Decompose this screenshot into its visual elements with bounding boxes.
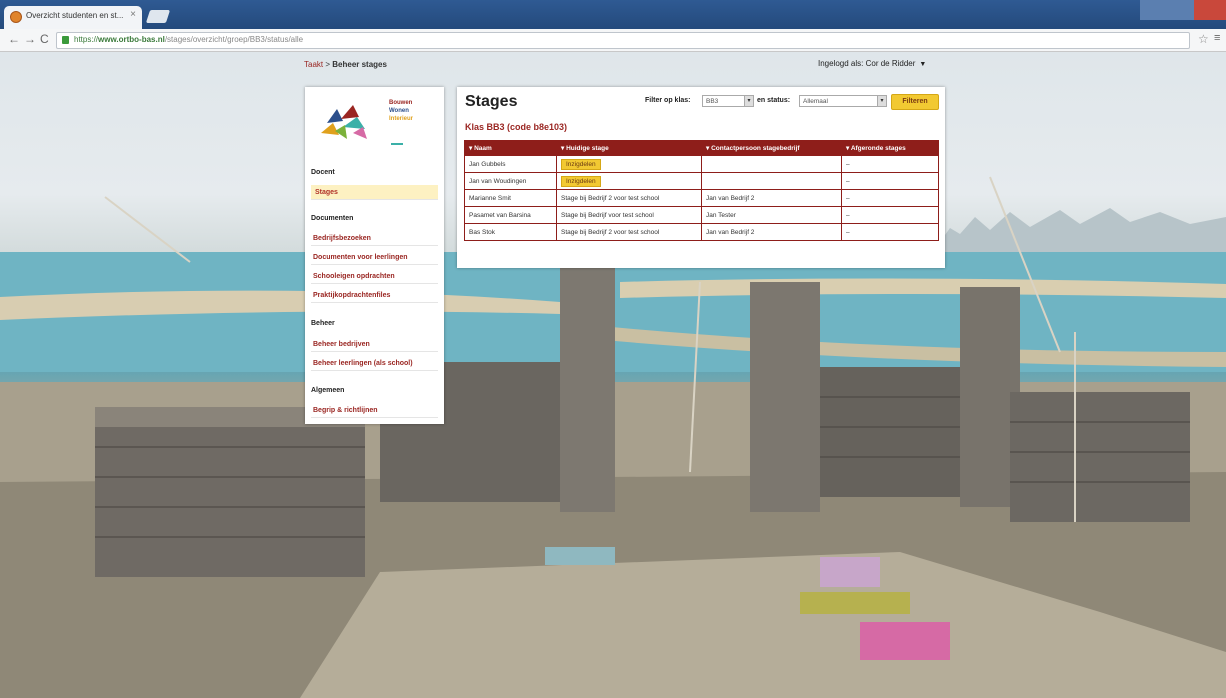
sidebar-item-stages[interactable]: Stages	[311, 185, 438, 200]
favicon-icon	[10, 11, 22, 23]
class-subtitle: Klas BB3 (code b8e103)	[465, 122, 568, 132]
contact-cell: Jan Tester	[701, 206, 842, 224]
table-header-row: ▾ Naam ▾ Huidige stage ▾ Contactpersoon …	[464, 140, 939, 156]
class-select-value: BB3	[706, 98, 719, 105]
completed-cell: –	[841, 155, 939, 173]
table-row[interactable]: Jan van Woudingen Inzigdelen –	[464, 172, 939, 190]
sidebar-item-beheer-bedrijven[interactable]: Beheer bedrijven	[311, 337, 438, 352]
logo-line-2: Wonen	[389, 108, 409, 114]
column-header-naam[interactable]: ▾ Naam	[464, 140, 557, 156]
column-header-contactpersoon[interactable]: ▾ Contactpersoon stagebedrijf	[701, 140, 842, 156]
tab-title: Overzicht studenten en st...	[26, 11, 124, 20]
close-tab-icon[interactable]: ×	[130, 9, 136, 20]
sidebar-item-bedrijfsbezoeken[interactable]: Bedrijfsbezoeken	[311, 231, 438, 246]
completed-cell: –	[841, 206, 939, 224]
browser-menu-icon[interactable]: ≡	[1214, 32, 1220, 44]
column-header-huidige-stage[interactable]: ▾ Huidige stage	[556, 140, 702, 156]
maximize-button[interactable]	[1168, 0, 1194, 20]
page-title: Stages	[465, 93, 518, 110]
student-name[interactable]: Jan Gubbels	[464, 155, 557, 173]
address-bar[interactable]: https://www.ortbo-bas.nl/stages/overzich…	[56, 32, 1190, 49]
status-select-value: Allemaal	[803, 98, 828, 105]
dropdown-arrow-icon: ▾	[744, 96, 753, 106]
window-close-button[interactable]	[1194, 0, 1226, 20]
student-name[interactable]: Marianne Smit	[464, 189, 557, 207]
section-heading-beheer: Beheer	[311, 320, 335, 327]
student-name[interactable]: Pasamet van Barsina	[464, 206, 557, 224]
sidebar-item-beheer-leerlingen[interactable]: Beheer leerlingen (als school)	[311, 356, 438, 371]
current-stage-cell: Inzigdelen	[556, 155, 702, 173]
sidebar-item-schooleigen-opdrachten[interactable]: Schooleigen opdrachten	[311, 269, 438, 284]
url-text: https://www.ortbo-bas.nl/stages/overzich…	[74, 35, 304, 44]
column-header-afgeronde-stages[interactable]: ▾ Afgeronde stages	[841, 140, 939, 156]
breadcrumb-current: Beheer stages	[332, 60, 387, 69]
breadcrumb-separator: >	[323, 60, 333, 69]
user-menu[interactable]: Ingelogd als: Cor de Ridder ▼	[818, 59, 926, 68]
logo-line-3: Interieur	[389, 116, 414, 122]
sidebar-item-documenten-leerlingen[interactable]: Documenten voor leerlingen	[311, 250, 438, 265]
table-row[interactable]: Bas Stok Stage bij Bedrijf 2 voor test s…	[464, 223, 939, 241]
table-row[interactable]: Jan Gubbels Inzigdelen –	[464, 155, 939, 173]
sidebar-item-begrip-richtlijnen[interactable]: Begrip & richtlijnen	[311, 403, 438, 418]
current-stage-cell: Inzigdelen	[556, 172, 702, 190]
table-row[interactable]: Marianne Smit Stage bij Bedrijf 2 voor t…	[464, 189, 939, 207]
stage-status-badge[interactable]: Inzigdelen	[561, 175, 601, 187]
current-stage-cell[interactable]: Stage bij Bedrijf voor test school	[556, 206, 702, 224]
dropdown-arrow-icon: ▾	[877, 96, 886, 106]
section-heading-algemeen: Algemeen	[311, 387, 345, 394]
minimize-button[interactable]	[1140, 0, 1168, 20]
filter-status-label: en status:	[757, 97, 791, 104]
contact-cell	[701, 172, 842, 190]
student-name[interactable]: Jan van Woudingen	[464, 172, 557, 190]
filter-button[interactable]: Filteren	[891, 94, 939, 110]
stages-table: ▾ Naam ▾ Huidige stage ▾ Contactpersoon …	[464, 140, 939, 241]
completed-cell: –	[841, 189, 939, 207]
contact-cell: Jan van Bedrijf 2	[701, 189, 842, 207]
section-heading-docent: Docent	[311, 169, 335, 176]
logo-line-1: Bouwen	[389, 100, 413, 106]
logo-text: Bouwen Wonen Interieur	[389, 99, 413, 123]
new-tab-button[interactable]	[145, 10, 171, 23]
completed-cell: –	[841, 172, 939, 190]
caret-down-icon: ▼	[919, 61, 927, 68]
filter-class-label: Filter op klas:	[645, 97, 691, 104]
sidebar-item-praktijkopdrachten[interactable]: Praktijkopdrachtenfiles	[311, 288, 438, 303]
breadcrumb-home-link[interactable]: Taakt	[304, 60, 323, 69]
table-row[interactable]: Pasamet van Barsina Stage bij Bedrijf vo…	[464, 206, 939, 224]
sidebar: Bouwen Wonen Interieur Docent Stages Doc…	[305, 87, 444, 424]
student-name[interactable]: Bas Stok	[464, 223, 557, 241]
main-panel: Stages Klas BB3 (code b8e103) Filter op …	[457, 87, 945, 268]
browser-titlebar: Overzicht studenten en st... ×	[0, 0, 1226, 29]
current-stage-cell[interactable]: Stage bij Bedrijf 2 voor test school	[556, 189, 702, 207]
browser-toolbar: ← → C https://www.ortbo-bas.nl/stages/ov…	[0, 29, 1226, 52]
class-select[interactable]: BB3 ▾	[702, 95, 754, 107]
reload-icon[interactable]: C	[40, 32, 49, 46]
contact-cell	[701, 155, 842, 173]
completed-cell: –	[841, 223, 939, 241]
browser-tab[interactable]: Overzicht studenten en st... ×	[4, 6, 142, 29]
logo-underline	[391, 143, 403, 145]
contact-cell: Jan van Bedrijf 2	[701, 223, 842, 241]
login-text: Ingelogd als: Cor de Ridder	[818, 59, 916, 68]
section-heading-documenten: Documenten	[311, 215, 354, 222]
forward-arrow-icon[interactable]: →	[24, 32, 36, 46]
back-arrow-icon[interactable]: ←	[8, 32, 20, 46]
status-select[interactable]: Allemaal ▾	[799, 95, 887, 107]
current-stage-cell[interactable]: Stage bij Bedrijf 2 voor test school	[556, 223, 702, 241]
breadcrumb: Taakt > Beheer stages	[304, 60, 387, 69]
lock-icon	[62, 36, 69, 44]
stage-status-badge[interactable]: Inzigdelen	[561, 158, 601, 170]
logo-icon	[321, 105, 367, 139]
bookmark-star-icon[interactable]: ☆	[1198, 32, 1209, 46]
